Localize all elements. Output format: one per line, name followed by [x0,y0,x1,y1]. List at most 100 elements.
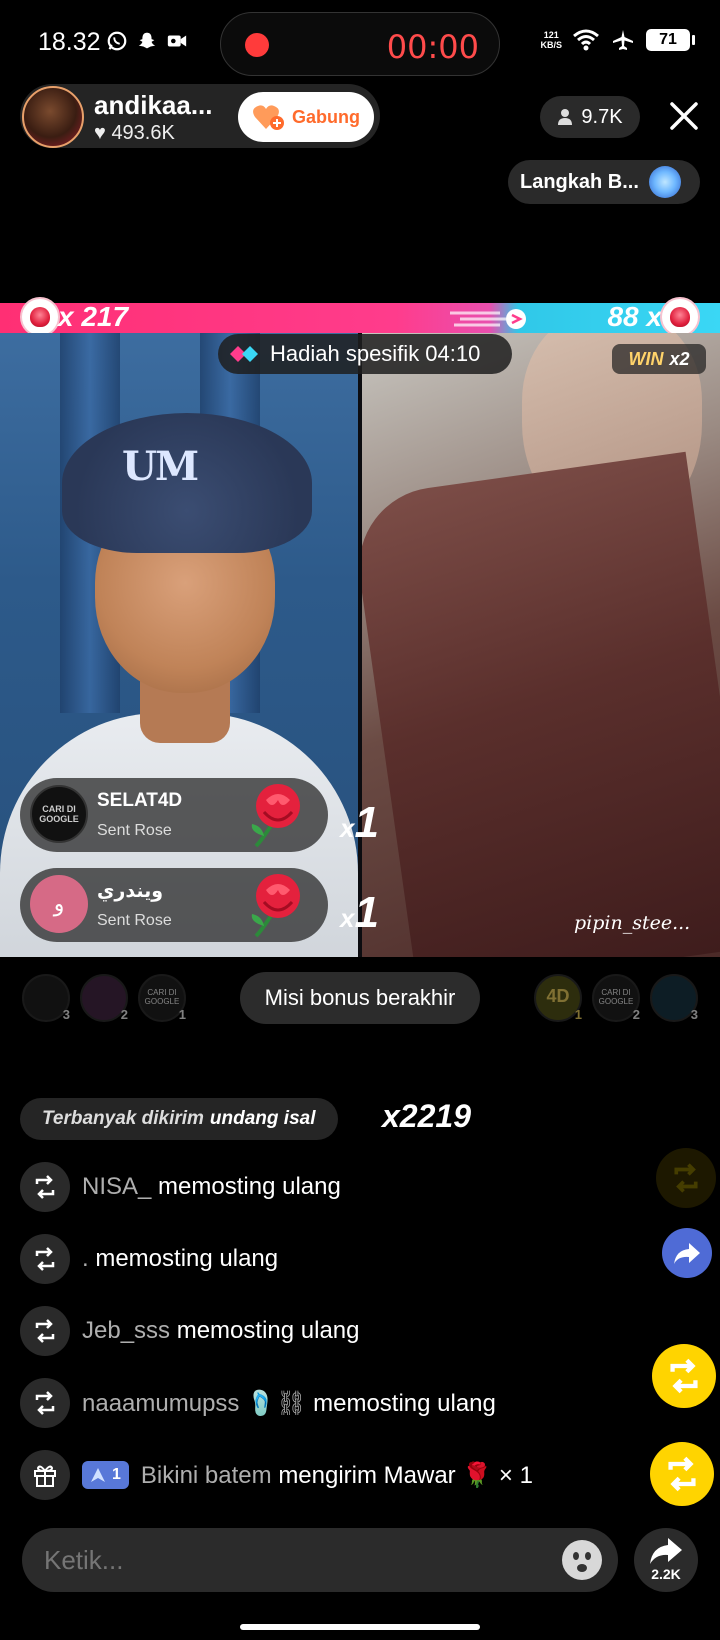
network-speed-unit: KB/S [540,40,562,50]
chat-username: NISA_ [82,1173,152,1200]
contributor-avatar[interactable]: 2 [80,974,128,1022]
repost-icon [20,1162,70,1212]
comment-bar [22,1528,618,1592]
chat-message[interactable]: . memosting ulang [20,1234,278,1284]
emoji-icon[interactable] [562,1540,602,1580]
gift-description: Sent Rose [97,912,172,929]
gift-timer-pill[interactable]: Hadiah spesifik 04:10 [218,334,512,374]
repost-icon [20,1378,70,1428]
opponent-shirt [362,451,720,957]
heart-icon: ♥ [94,122,106,144]
notification-icons [106,30,188,52]
chat-message[interactable]: naaamumupss 🩴⛓ memosting ulang [20,1378,496,1428]
repost-button[interactable] [652,1344,716,1408]
host-avatar[interactable] [22,86,84,148]
rank-arrow-icon [91,1468,105,1482]
share-float-button[interactable] [662,1228,712,1278]
battery-indicator: 71 [646,29,695,51]
step-banner[interactable]: Langkah B... [508,160,700,204]
gift-notification: CARI DI GOOGLE SELAT4D Sent Rose [20,778,328,852]
chat-username: naaamumupss 🩴⛓ [82,1389,307,1417]
user-rank-value: 1 [112,1466,121,1483]
gift-description: Sent Rose [97,822,172,839]
repost-float-button[interactable] [656,1148,716,1208]
gifter-avatar[interactable]: CARI DI GOOGLE [30,785,88,843]
repost-icon [670,1358,698,1394]
contributor-rank: 3 [62,1007,70,1022]
join-label: Gabung [292,106,360,127]
repost-icon [668,1456,696,1492]
contributor-rank: 2 [632,1007,640,1022]
battle-progress-marker-icon [450,309,526,329]
left-team-score-value: 217 [81,301,129,332]
gift-count-value: 1 [354,888,379,937]
screen-record-pill[interactable]: 00:00 [220,12,500,76]
status-bar: 18.32 00:00 121 KB/S 71 [0,0,720,88]
chat-message[interactable]: NISA_ memosting ulang [20,1162,341,1212]
contributor-avatar-text: CARI DI GOOGLE [598,988,634,1006]
chat-username: Bikini batem [140,1461,272,1489]
close-icon[interactable] [664,96,704,136]
chat-text: memosting ulang [95,1245,279,1272]
right-team-rose-badge [660,297,700,337]
top-gifter-count: x2219 [382,1098,471,1134]
step-label: Langkah B... [520,170,639,193]
gifter-name: ويندري [97,881,164,902]
chat-message[interactable]: 1 Bikini batem mengirim Mawar 🌹 × 1 [20,1450,533,1500]
repost-button[interactable] [650,1442,714,1506]
contributor-avatar[interactable]: CARI DI GOOGLE 2 [592,974,640,1022]
right-team-score: 88 x [607,301,662,332]
contributor-rank: 3 [690,1007,698,1022]
host-info-pill[interactable]: andikaa... ♥ 493.6K Gabung [20,84,380,148]
host-likes-count: 493.6K [111,122,175,144]
sparkle-icon [648,166,681,198]
gifter-avatar[interactable]: و [30,875,88,933]
heart-plus-icon [253,105,284,130]
gift-count: x1 [340,888,379,937]
rose-icon [670,307,690,327]
chat-username: . [82,1245,89,1272]
left-stream-video[interactable]: UM [0,333,358,957]
join-button[interactable]: Gabung [238,92,374,142]
gift-icon [20,1450,70,1500]
gift-timer-label: Hadiah spesifik 04:10 [270,341,481,366]
snapchat-icon [138,32,156,49]
network-speed: 121 KB/S [540,30,562,50]
record-dot-icon [245,33,269,57]
chat-text: memosting ulang [176,1317,360,1344]
chat-text: memosting ulang [313,1389,496,1417]
gift-diamond-icon [230,346,258,362]
left-team-rose-badge [20,297,60,337]
contributor-avatar[interactable]: CARI DI GOOGLE 1 [138,974,186,1022]
repost-icon [674,1163,698,1193]
bonus-mission-pill[interactable]: Misi bonus berakhir [240,972,480,1024]
comment-input[interactable] [44,1528,544,1592]
top-gifter-banner[interactable]: Terbanyak dikirim undang isal [20,1098,338,1140]
host-likes: ♥ 493.6K [94,122,175,145]
rose-gift-icon [251,784,300,848]
person-icon [558,109,573,125]
gifter-name: SELAT4D [97,790,183,811]
whatsapp-icon [107,31,127,51]
contributor-avatar[interactable]: 4D 1 [534,974,582,1022]
rose-gift-icon [251,874,300,938]
contributor-avatar[interactable]: 3 [650,974,698,1022]
contributor-avatar[interactable]: 3 [22,974,70,1022]
opponent-streamer-name[interactable]: pipin_stee... [574,912,690,934]
right-team-score-value: 88 [607,301,639,332]
left-team-score: x 217 [58,301,129,332]
wifi-icon [573,29,599,51]
repost-icon [20,1306,70,1356]
contributor-avatar-text: 4D [546,986,570,1006]
right-stream-video[interactable] [362,333,720,957]
contributor-rank: 2 [120,1007,128,1022]
viewer-count: 9.7K [581,105,623,128]
chat-message[interactable]: Jeb_sss memosting ulang [20,1306,359,1356]
home-indicator[interactable] [240,1624,480,1630]
share-button[interactable]: 2.2K [634,1528,698,1592]
host-name: andikaa... [94,90,213,120]
rose-icon [30,307,50,327]
record-timer: 00:00 [386,28,479,66]
viewer-count-pill[interactable]: 9.7K [540,96,640,138]
share-arrow-icon [674,1243,700,1264]
